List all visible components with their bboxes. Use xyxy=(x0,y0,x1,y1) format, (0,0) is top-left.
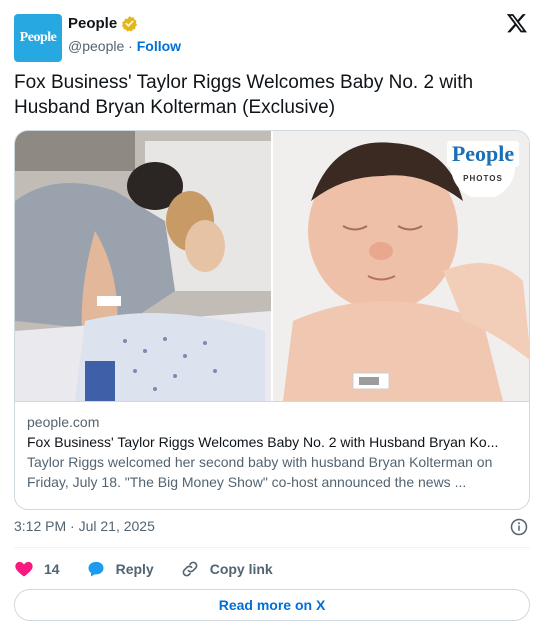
link-chain-icon xyxy=(182,561,198,577)
info-icon[interactable] xyxy=(510,518,528,536)
action-bar: 14 Reply Copy link xyxy=(14,558,299,580)
like-count: 14 xyxy=(44,561,60,577)
tweet-timestamp[interactable]: 3:12 PM · Jul 21, 2025 xyxy=(14,518,155,534)
divider xyxy=(14,547,530,548)
tweet-embed-card: People People @people · Follow Fox Busin… xyxy=(0,0,544,622)
tweet-text: Fox Business' Taylor Riggs Welcomes Baby… xyxy=(14,72,474,118)
link-title: Fox Business' Taylor Riggs Welcomes Baby… xyxy=(27,434,499,450)
link-domain: people.com xyxy=(27,414,100,430)
avatar[interactable]: People xyxy=(14,14,62,62)
link-description: Taylor Riggs welcomed her second baby wi… xyxy=(27,454,493,490)
link-preview-card[interactable]: People PHOTOS people.com Fox Business' T… xyxy=(14,130,530,510)
badge-sub-text: PHOTOS xyxy=(463,174,503,183)
avatar-logo-text: People xyxy=(19,30,57,45)
reply-button[interactable]: Reply xyxy=(86,559,154,579)
author-handle[interactable]: @people xyxy=(68,38,124,54)
read-more-button[interactable]: Read more on X xyxy=(14,589,530,621)
photo-newborn: People PHOTOS xyxy=(273,131,529,401)
people-photos-badge: People PHOTOS xyxy=(447,141,519,197)
reply-bubble-icon xyxy=(88,561,104,577)
x-logo-icon[interactable] xyxy=(506,12,528,34)
link-info[interactable]: people.com Fox Business' Taylor Riggs We… xyxy=(15,401,529,509)
badge-brand-text: People xyxy=(452,141,515,166)
photo-parents-embrace xyxy=(15,131,271,401)
author-name-row: People xyxy=(68,15,138,32)
like-button[interactable]: 14 xyxy=(14,559,60,579)
follow-button[interactable]: Follow xyxy=(137,38,181,54)
verified-badge-icon xyxy=(121,16,138,32)
heart-icon xyxy=(15,561,33,577)
photo-parents-embrace-illustration xyxy=(15,131,271,401)
author-name[interactable]: People xyxy=(68,15,117,32)
copy-link-label: Copy link xyxy=(209,561,273,577)
author-handle-row: @people · Follow xyxy=(68,38,181,54)
reply-label: Reply xyxy=(115,561,154,577)
copy-link-button[interactable]: Copy link xyxy=(180,559,273,579)
handle-separator: · xyxy=(128,38,133,54)
